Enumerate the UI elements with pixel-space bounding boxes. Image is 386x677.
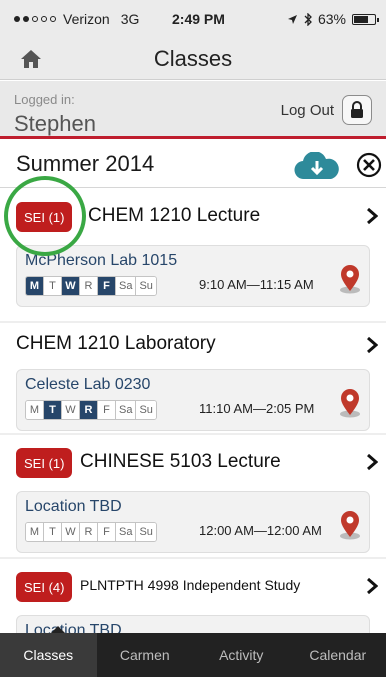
day-indicator: T bbox=[44, 277, 62, 295]
course-title: CHEM 1210 Lecture bbox=[88, 205, 261, 226]
course-title: CHINESE 5103 Lecture bbox=[80, 451, 281, 472]
course-title: CHEM 1210 Laboratory bbox=[16, 333, 216, 354]
course-list: SEI (1) CHEM 1210 Lecture McPherson Lab … bbox=[0, 189, 386, 633]
course-location: Location TBD bbox=[25, 498, 122, 515]
course-details[interactable]: Location TBD M T W R F Sa Su 12:00 AM—12:00 AM bbox=[16, 491, 370, 553]
sei-badge[interactable]: SEI (4) bbox=[16, 572, 73, 602]
course-title: PLNTPTH 4998 Independent Study bbox=[80, 577, 301, 593]
day-indicator: W bbox=[62, 277, 80, 295]
day-indicator: W bbox=[62, 523, 80, 541]
page-title: Classes bbox=[153, 46, 233, 71]
course-time: 11:10 AM—2:05 PM bbox=[199, 401, 315, 416]
carrier-label: Verizon bbox=[63, 11, 110, 27]
logout-label: Log Out bbox=[280, 101, 334, 119]
day-indicator: R bbox=[80, 523, 98, 541]
term-title: Summer 2014 bbox=[16, 151, 155, 176]
course-details[interactable]: McPherson Lab 1015 M T W R F Sa Su 9:10 AM—11:… bbox=[16, 245, 370, 307]
day-indicator: F bbox=[98, 523, 116, 541]
day-indicator: F bbox=[98, 277, 116, 295]
day-indicator: Su bbox=[136, 277, 156, 295]
tab-activity[interactable]: Activity bbox=[193, 633, 290, 677]
map-pin-icon[interactable] bbox=[337, 388, 363, 418]
user-name: Stephen bbox=[14, 111, 96, 136]
course-header[interactable]: SEI (1) CHINESE 5103 Lecture bbox=[0, 435, 386, 491]
location-arrow-icon bbox=[287, 14, 297, 24]
sei-badge[interactable]: SEI (1) bbox=[16, 448, 73, 478]
chevron-right-icon[interactable] bbox=[366, 453, 378, 471]
course-header[interactable]: CHEM 1210 Laboratory bbox=[0, 323, 386, 369]
day-indicator: R bbox=[80, 401, 98, 419]
day-indicator: Sa bbox=[116, 401, 137, 419]
day-indicators: M T W R F Sa Su bbox=[25, 400, 157, 420]
logout-button[interactable]: Log Out bbox=[281, 95, 372, 125]
status-time: 2:49 PM bbox=[172, 11, 225, 27]
course-details[interactable]: Celeste Lab 0230 M T W R F Sa Su 11:10 AM—2:05… bbox=[16, 369, 370, 431]
day-indicator: T bbox=[44, 401, 62, 419]
course-time: 9:10 AM—11:15 AM bbox=[199, 277, 314, 292]
map-pin-icon[interactable] bbox=[337, 510, 363, 540]
day-indicators: M T W R F Sa Su bbox=[25, 522, 157, 542]
course-header[interactable]: SEI (4) PLNTPTH 4998 Independent Study bbox=[0, 559, 386, 615]
day-indicator: Sa bbox=[116, 523, 137, 541]
day-indicator: Sa bbox=[116, 277, 137, 295]
map-pin-icon[interactable] bbox=[337, 264, 363, 294]
highlight-circle bbox=[4, 176, 86, 256]
course-item[interactable]: SEI (4) PLNTPTH 4998 Independent Study L… bbox=[0, 559, 386, 633]
tab-classes[interactable]: Classes bbox=[0, 633, 97, 677]
lock-icon bbox=[351, 101, 363, 118]
close-icon[interactable] bbox=[356, 152, 382, 178]
day-indicator: W bbox=[62, 401, 80, 419]
day-indicator: Su bbox=[136, 523, 156, 541]
course-time: 12:00 AM—12:00 AM bbox=[199, 523, 322, 538]
status-bar: Verizon 3G 2:49 PM 63% bbox=[0, 0, 386, 40]
day-indicator: F bbox=[98, 401, 116, 419]
course-location: Celeste Lab 0230 bbox=[25, 376, 151, 393]
chevron-right-icon[interactable] bbox=[366, 577, 378, 595]
day-indicator: T bbox=[44, 523, 62, 541]
day-indicator: M bbox=[26, 277, 44, 295]
battery-icon bbox=[352, 13, 379, 25]
day-indicator: R bbox=[80, 277, 98, 295]
nav-bar: Classes bbox=[0, 40, 386, 80]
logged-in-label: Logged in: bbox=[14, 92, 75, 107]
bluetooth-icon bbox=[304, 12, 312, 26]
cloud-download-icon[interactable] bbox=[294, 152, 340, 180]
lock-button[interactable] bbox=[342, 95, 372, 125]
day-indicator: Su bbox=[136, 401, 156, 419]
course-location: Location TBD bbox=[25, 622, 122, 633]
tab-calendar[interactable]: Calendar bbox=[290, 633, 386, 677]
day-indicator: M bbox=[26, 523, 44, 541]
day-indicators: M T W R F Sa Su bbox=[25, 276, 157, 296]
day-indicator: M bbox=[26, 401, 44, 419]
chevron-right-icon[interactable] bbox=[366, 336, 378, 354]
tab-bar: Classes Carmen Activity Calendar bbox=[0, 633, 386, 677]
login-bar: Logged in: Stephen Log Out bbox=[0, 81, 386, 139]
chevron-right-icon[interactable] bbox=[366, 207, 378, 225]
network-label: 3G bbox=[120, 11, 140, 27]
battery-percent: 63% bbox=[317, 11, 346, 27]
tab-carmen[interactable]: Carmen bbox=[97, 633, 194, 677]
course-item[interactable]: CHEM 1210 Laboratory Celeste Lab 0230 MT… bbox=[0, 323, 386, 433]
signal-indicator: Verizon 3G bbox=[14, 11, 139, 27]
course-details[interactable]: Location TBD bbox=[16, 615, 370, 633]
course-item[interactable]: SEI (1) CHINESE 5103 Lecture Location TB… bbox=[0, 435, 386, 557]
status-right: 63% bbox=[287, 11, 379, 27]
